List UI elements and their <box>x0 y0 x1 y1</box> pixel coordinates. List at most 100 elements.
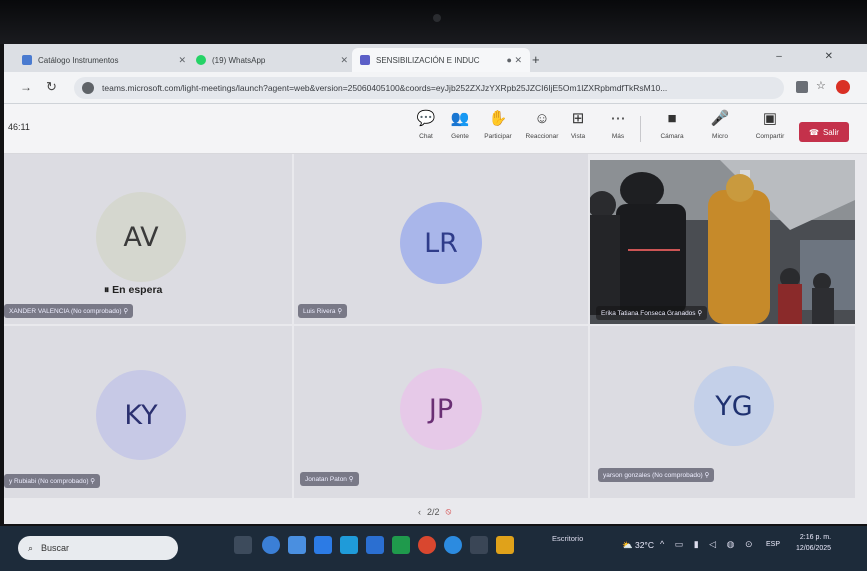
participant-tile[interactable]: AV ⏸ En espera XANDER VALENCIA (No compr… <box>4 154 292 324</box>
mail-icon[interactable] <box>314 536 332 554</box>
close-icon[interactable]: ● ✕ <box>507 55 522 66</box>
taskbar-search[interactable]: ⌕ Buscar <box>18 536 178 560</box>
avatar: AV <box>96 192 186 282</box>
edge-icon[interactable] <box>262 536 280 554</box>
participant-name: Luis Rivera ⚲ <box>298 304 348 318</box>
more-button[interactable]: ⋯ Más <box>598 110 638 140</box>
language-indicator[interactable]: ESP <box>766 541 780 548</box>
meeting-control-bar: 46:11 💬 Chat 👥 Gente ✋ Participar ☺ Reac… <box>4 104 867 154</box>
pin-icon: ⚲ <box>704 472 710 479</box>
participant-video-tile[interactable]: Erika Tatiana Fonseca Granados ⚲ <box>590 160 855 324</box>
weather-widget[interactable]: ⛅ 32°C <box>622 540 654 551</box>
site-info-icon[interactable] <box>82 82 94 94</box>
participant-tile[interactable]: YG yarson gonzales (No comprobado) ⚲ <box>590 326 855 498</box>
new-tab-button[interactable]: + <box>532 52 540 67</box>
participant-name: Jonatan Paton ⚲ <box>300 472 359 486</box>
tab-label: (19) WhatsApp <box>212 55 266 65</box>
view-button[interactable]: ⊞ Vista <box>558 110 598 140</box>
close-icon[interactable]: ✕ <box>340 55 348 66</box>
browser-tab-strip: Catálogo Instrumentos ✕ (19) WhatsApp ✕ … <box>4 44 867 72</box>
ellipsis-icon: ⋯ <box>610 110 626 127</box>
word-icon[interactable] <box>366 536 384 554</box>
screen: Catálogo Instrumentos ✕ (19) WhatsApp ✕ … <box>0 0 867 571</box>
back-arrow-icon[interactable]: → <box>20 80 32 94</box>
whatsapp-icon <box>196 55 206 65</box>
pause-icon: ⏸ <box>104 284 110 296</box>
profile-avatar[interactable] <box>836 80 850 94</box>
tab-catalogo[interactable]: Catálogo Instrumentos ✕ <box>14 48 194 72</box>
reload-icon[interactable]: ↻ <box>46 79 57 95</box>
chevron-left-icon[interactable]: ‹ <box>418 507 421 517</box>
meeting-timer: 46:11 <box>8 122 30 132</box>
close-icon[interactable]: ✕ <box>178 55 186 66</box>
share-screen-icon: ▣ <box>762 110 778 127</box>
search-placeholder: Buscar <box>41 543 70 553</box>
bookmark-star-icon[interactable]: ☆ <box>816 79 826 92</box>
taskbar: ⌕ Buscar Escritorio ⛅ 32°C ^ ▭ ▮ ◁ ◍ ⊙ E… <box>0 526 867 571</box>
pin-icon: ⚲ <box>123 308 129 315</box>
smiley-icon: ☺ <box>534 110 550 127</box>
teams-icon <box>360 55 370 65</box>
raise-hand-button[interactable]: ✋ Participar <box>478 110 518 140</box>
taskbar-clock[interactable]: 2:16 p. m. 12/06/2025 <box>796 532 831 554</box>
tab-label: Catálogo Instrumentos <box>38 55 119 65</box>
camera-button[interactable]: ■ Cámara <box>652 110 692 140</box>
participant-name: y Rubiabi (No comprobado) ⚲ <box>4 474 101 488</box>
gallery-pager[interactable]: ‹ 2/2 ⦸ <box>418 506 451 517</box>
share-button[interactable]: ▣ Compartir <box>750 110 790 140</box>
tab-teams-meeting[interactable]: SENSIBILIZACIÓN E INDUC ● ✕ <box>352 48 530 72</box>
people-button[interactable]: 👥 Gente <box>440 110 480 140</box>
avatar: KY <box>96 370 186 460</box>
chrome-icon[interactable] <box>496 536 514 554</box>
extension-icon[interactable] <box>796 81 808 93</box>
edge-icon[interactable] <box>444 536 462 554</box>
webcam-dot <box>433 14 441 22</box>
excel-icon[interactable] <box>392 536 410 554</box>
participant-tile[interactable]: LR Luis Rivera ⚲ <box>294 154 588 324</box>
pin-icon: ⚲ <box>90 478 96 485</box>
settings-gear-icon[interactable] <box>470 536 488 554</box>
app-icon[interactable] <box>288 536 306 554</box>
app-icon[interactable] <box>340 536 358 554</box>
no-entry-icon: ⦸ <box>445 506 452 516</box>
waiting-status: ⏸ En espera <box>104 284 163 296</box>
desktop-widget[interactable]: Escritorio <box>552 534 583 543</box>
microphone-icon: 🎤 <box>710 110 730 127</box>
participant-name: yarson gonzales (No comprobado) ⚲ <box>598 468 715 482</box>
tab-label: SENSIBILIZACIÓN E INDUC <box>376 55 480 65</box>
react-button[interactable]: ☺ Reaccionar <box>522 110 562 140</box>
search-icon: ⌕ <box>28 542 34 553</box>
participant-tile[interactable]: KY y Rubiabi (No comprobado) ⚲ <box>4 326 292 498</box>
pin-icon: ⚲ <box>348 476 354 483</box>
phone-hangup-icon: ☎ <box>809 127 819 137</box>
pin-icon: ⚲ <box>697 310 703 317</box>
tab-whatsapp[interactable]: (19) WhatsApp ✕ <box>188 48 356 72</box>
chrome-icon[interactable] <box>418 536 436 554</box>
video-gallery: AV ⏸ En espera XANDER VALENCIA (No compr… <box>4 154 867 524</box>
system-tray-icons[interactable]: ^ ▭ ▮ ◁ ◍ ⊙ <box>660 539 757 550</box>
grid-icon: ⊞ <box>571 110 585 127</box>
laptop-bezel <box>0 0 867 44</box>
avatar: LR <box>400 202 482 284</box>
mic-button[interactable]: 🎤 Micro <box>700 110 740 140</box>
divider <box>640 116 641 142</box>
tab-favicon-icon <box>22 55 32 65</box>
people-icon: 👥 <box>450 110 470 127</box>
task-view-icon[interactable] <box>234 536 252 554</box>
avatar: JP <box>400 368 482 450</box>
participant-name: XANDER VALENCIA (No comprobado) ⚲ <box>4 304 134 318</box>
weather-icon: ⛅ <box>622 540 633 550</box>
hand-icon: ✋ <box>488 110 508 127</box>
browser-toolbar: → ↻ teams.microsoft.com/light-meetings/l… <box>4 72 867 104</box>
url-text: teams.microsoft.com/light-meetings/launc… <box>102 83 668 93</box>
camera-icon: ■ <box>667 110 677 127</box>
participant-tile[interactable]: JP Jonatan Paton ⚲ <box>294 326 588 498</box>
page-indicator: 2/2 <box>427 506 440 517</box>
pin-icon: ⚲ <box>337 308 343 315</box>
participant-name: Erika Tatiana Fonseca Granados ⚲ <box>596 306 708 320</box>
avatar: YG <box>694 366 774 446</box>
window-controls[interactable]: – ✕ <box>776 51 853 62</box>
camera-feed-image <box>590 160 855 324</box>
leave-button[interactable]: ☎ Salir <box>799 122 849 142</box>
address-bar[interactable]: teams.microsoft.com/light-meetings/launc… <box>74 77 784 99</box>
